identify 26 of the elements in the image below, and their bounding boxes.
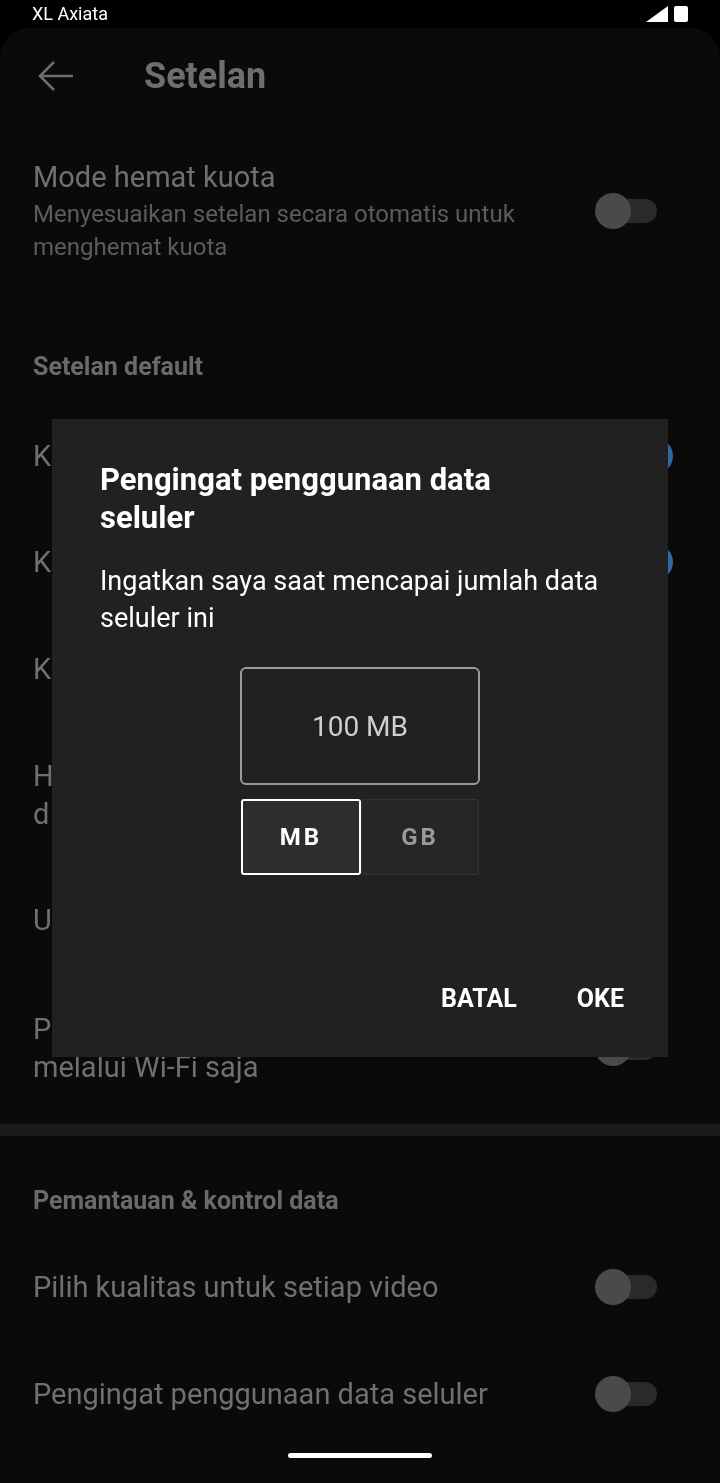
dialog-message: Ingatkan saya saat mencapai jumlah data seluler ini: [100, 564, 600, 636]
setting-title: U: [33, 902, 52, 940]
section-header: Setelan default: [32, 351, 205, 384]
setting-description: Menyesuaikan setelan secara otomatis untuk menghemat kuota: [33, 199, 516, 264]
setting-title: Pengingat penggunaan data seluler: [33, 1376, 488, 1414]
unit-option[interactable]: MB: [241, 799, 361, 875]
signal-icon: [646, 6, 668, 22]
setting-title: K: [33, 438, 52, 476]
setting-title: d: [33, 796, 50, 834]
unit-option[interactable]: GB: [361, 799, 479, 875]
dialog-title: Pengingat penggunaan data seluler: [100, 461, 492, 537]
setting-title: Mode hemat kuota: [33, 159, 276, 197]
home-indicator[interactable]: [288, 1453, 432, 1459]
dialog-button[interactable]: OKE: [554, 967, 646, 1029]
dialog-button[interactable]: BATAL: [419, 967, 539, 1029]
setting-title: Pilih kualitas untuk setiap video: [33, 1269, 439, 1307]
data-amount-field[interactable]: 100 MB: [240, 667, 480, 785]
carrier-name: XL Axiata: [32, 5, 108, 23]
section-header: Pemantauan & kontrol data: [32, 1185, 340, 1217]
setting-title: H: [33, 758, 54, 796]
screen-title: Setelan: [144, 53, 267, 99]
setting-title: P: [33, 1011, 52, 1049]
back-arrow-icon[interactable]: [38, 59, 74, 92]
setting-title: K: [33, 544, 52, 582]
battery-icon: [674, 6, 688, 22]
setting-title: K: [33, 650, 52, 688]
